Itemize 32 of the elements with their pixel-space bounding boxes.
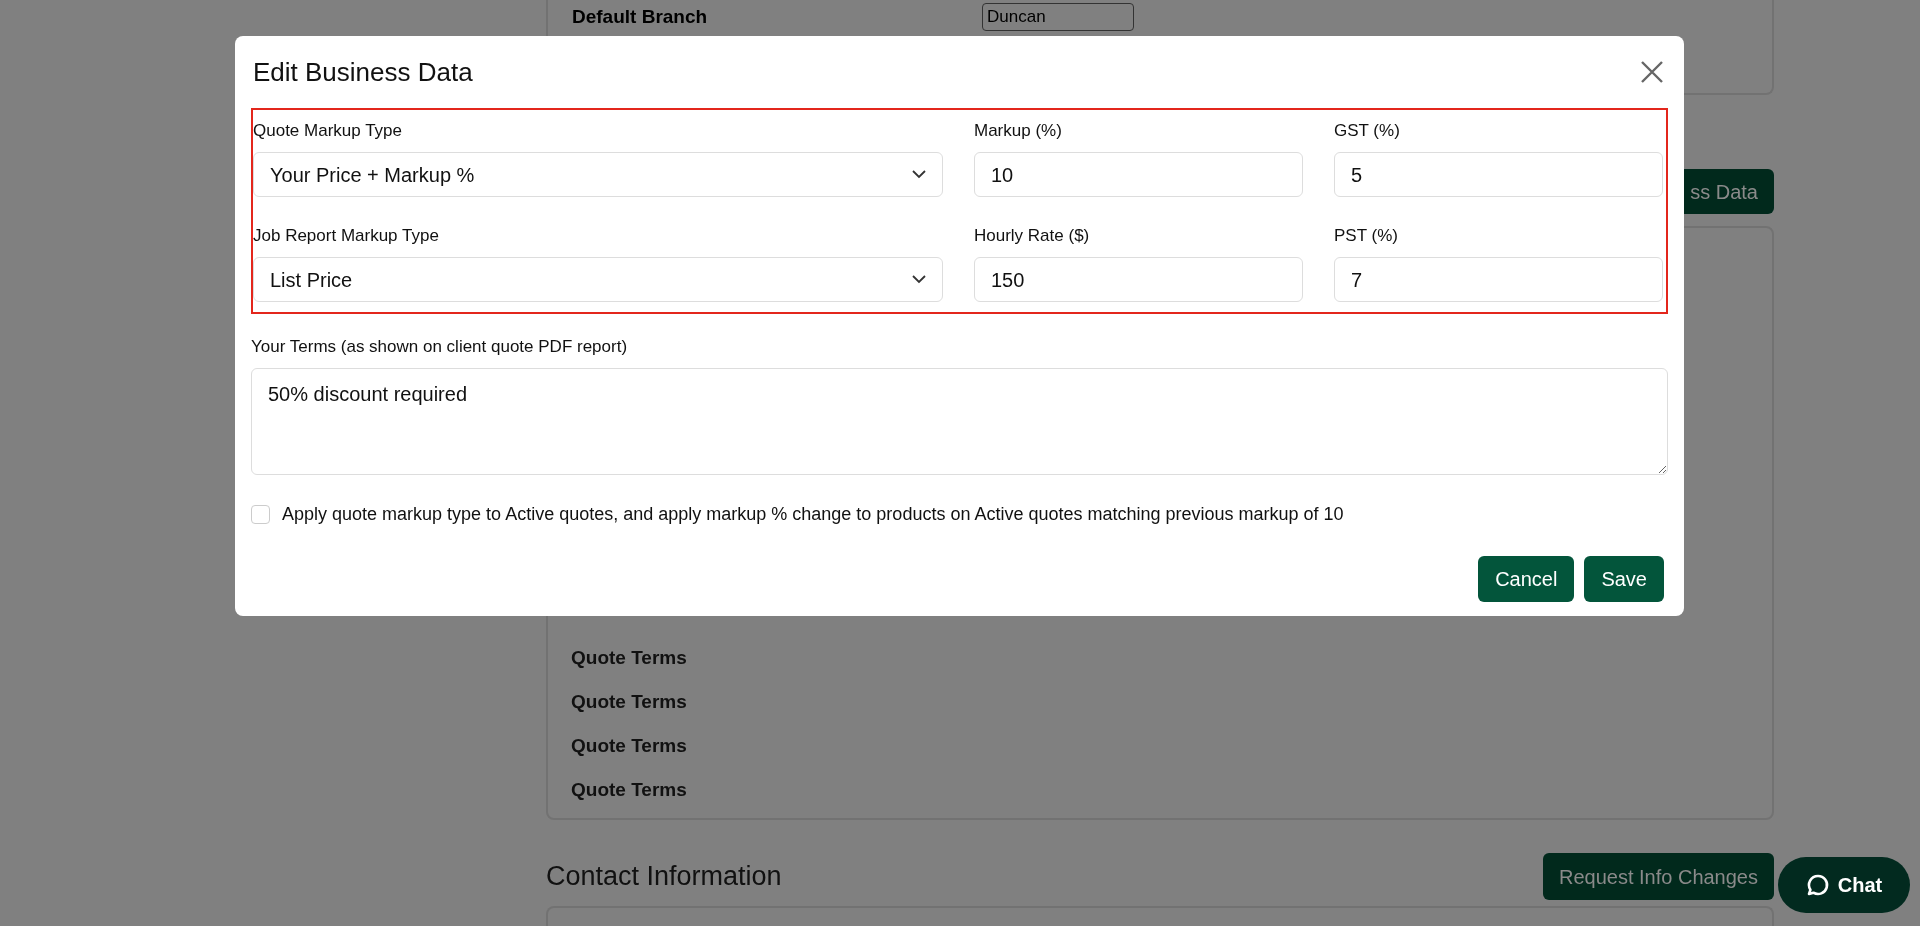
request-info-button[interactable]: Request Info Changes	[1542, 853, 1774, 900]
field-label: Default Branch	[572, 5, 709, 29]
field-label: PST (%)	[1334, 225, 1399, 247]
row-label: Quote Terms	[571, 690, 688, 713]
checkbox[interactable]	[251, 505, 270, 524]
terms-field[interactable]: 50% discount required	[251, 368, 1668, 475]
save-button[interactable]: Save	[1584, 556, 1664, 602]
input-field[interactable]: 150	[974, 257, 1303, 302]
close-icon[interactable]	[1640, 60, 1664, 84]
input-field[interactable]: 7	[1334, 257, 1663, 302]
dropdown[interactable]: Your Price + Markup %	[253, 152, 943, 197]
row-label: Quote Terms	[571, 646, 688, 669]
field-label: GST (%)	[1334, 120, 1401, 142]
input-field[interactable]: 10	[974, 152, 1303, 197]
chevron-down-icon	[912, 275, 926, 284]
checkbox-label: Apply quote markup type to Active quotes, and apply markup % change to products on Active quotes matching previous markup of 10	[282, 503, 1344, 526]
row-label: Quote Terms	[571, 734, 688, 757]
chevron-down-icon	[912, 170, 926, 179]
field-label: Quote Markup Type	[253, 120, 403, 142]
section-heading: Contact Information	[546, 860, 782, 894]
field-label: Hourly Rate ($)	[974, 225, 1091, 247]
cancel-button[interactable]: Cancel	[1478, 556, 1575, 602]
field-label: Your Terms (as shown on client quote PDF report)	[251, 336, 629, 358]
row-label: Quote Terms	[571, 778, 688, 801]
field-label: Job Report Markup Type	[253, 225, 440, 247]
input-field[interactable]: 5	[1334, 152, 1663, 197]
chat-button[interactable]: Chat	[1778, 857, 1910, 913]
field-label: Markup (%)	[974, 120, 1063, 142]
branch-select[interactable]: Duncan	[982, 3, 1134, 31]
dropdown[interactable]: List Price	[253, 257, 943, 302]
speech-bubble-icon	[1805, 873, 1830, 897]
dialog-title: Edit Business Data	[253, 55, 473, 89]
